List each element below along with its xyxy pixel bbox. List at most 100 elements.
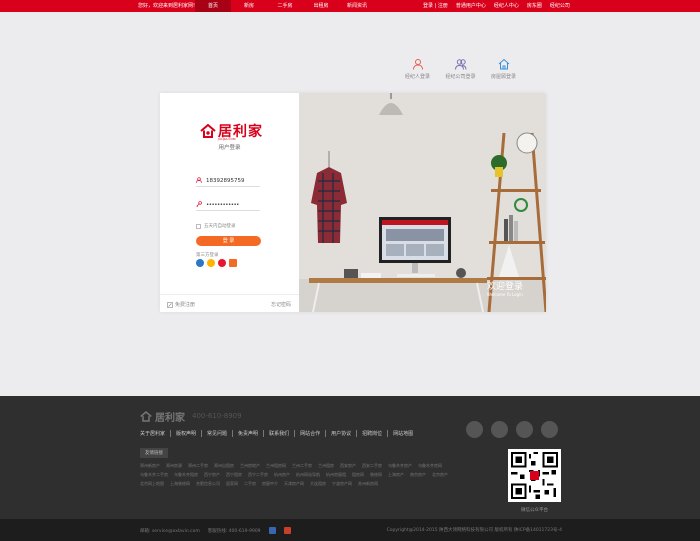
phone-value: 18392895759 bbox=[206, 177, 245, 184]
footer-link-faq[interactable]: 常见问题 bbox=[202, 430, 234, 437]
friend-link[interactable]: 兰州房地产 bbox=[240, 463, 260, 468]
nav-new-house[interactable]: 新房 bbox=[231, 0, 267, 12]
house-icon bbox=[498, 58, 509, 70]
friend-link[interactable]: 郑州新房产 bbox=[140, 463, 160, 468]
phone-field[interactable]: 18392895759 bbox=[196, 175, 260, 187]
register-link[interactable]: 免费注册 bbox=[167, 301, 195, 308]
footer-logo: 居利家 bbox=[140, 409, 185, 424]
friend-link[interactable]: 南京房产 bbox=[410, 472, 426, 477]
company-login[interactable]: 经纪公司登录 bbox=[439, 58, 482, 80]
top-nav-bar: 您好，欢迎来到居利家网! 首页 新房 二手房 出租房 新闻资讯 登录 | 注册 … bbox=[0, 0, 700, 12]
agent-center-link[interactable]: 经纪人中心 bbox=[494, 2, 519, 9]
contact-hotline: 客服热线: 400-619-9909 bbox=[207, 528, 261, 534]
agent-login-label: 经纪人登录 bbox=[404, 74, 430, 80]
friend-link[interactable]: 乌鲁木齐租房 bbox=[174, 472, 198, 477]
logo-house-icon bbox=[200, 124, 216, 138]
qq-icon[interactable] bbox=[196, 259, 204, 267]
user-center-link[interactable]: 普通用户中心 bbox=[456, 2, 486, 9]
card-footer: 免费注册 忘记密码 bbox=[160, 294, 299, 312]
friend-link[interactable]: 天津房产网 bbox=[284, 481, 304, 486]
friend-link[interactable]: 杭州网站导航 bbox=[296, 472, 320, 477]
friend-link[interactable]: 西宁房产 bbox=[204, 472, 220, 477]
police-badge-icon[interactable] bbox=[268, 527, 276, 534]
nav-home[interactable]: 首页 bbox=[195, 0, 231, 12]
agent-login[interactable]: 经纪人登录 bbox=[396, 58, 439, 80]
qr-code bbox=[508, 449, 561, 502]
footer-link-disclaimer[interactable]: 免责声明 bbox=[233, 430, 265, 437]
remember-checkbox[interactable] bbox=[196, 223, 201, 229]
footer-link-copyright[interactable]: 版权声明 bbox=[171, 430, 203, 437]
friend-link[interactable]: 大连租房 bbox=[310, 481, 326, 486]
nav-second-hand[interactable]: 二手房 bbox=[267, 0, 303, 12]
nav-news[interactable]: 新闻资讯 bbox=[339, 0, 375, 12]
person-icon bbox=[412, 59, 423, 70]
renren-icon[interactable] bbox=[229, 259, 237, 267]
friend-link[interactable]: 合肥信息公司 bbox=[196, 481, 220, 486]
friend-link[interactable]: 郑州出租房 bbox=[214, 463, 234, 468]
friend-link[interactable]: 西安房产 bbox=[340, 463, 356, 468]
friend-link[interactable]: 西宁二手房 bbox=[248, 472, 268, 477]
friend-link[interactable]: 乌鲁木齐房产 bbox=[388, 463, 412, 468]
advisor-login[interactable]: 房屋顾登录 bbox=[482, 58, 525, 80]
friend-link[interactable]: 上海房产 bbox=[388, 472, 404, 477]
footer-link-about[interactable]: 关于居利家 bbox=[140, 430, 172, 437]
register-label: 免费注册 bbox=[175, 302, 196, 308]
friend-link[interactable]: 西宁租房 bbox=[226, 472, 242, 477]
weibo-icon[interactable] bbox=[218, 259, 226, 267]
friend-link[interactable]: 西安二手房 bbox=[362, 463, 382, 468]
main-nav: 首页 新房 二手房 出租房 新闻资讯 bbox=[195, 0, 375, 12]
logo-domain: JULIJIA.COM bbox=[218, 137, 236, 141]
friend-links-title: 友情链接 bbox=[140, 448, 168, 458]
remember-me[interactable]: 五天内自动登录 bbox=[196, 223, 236, 229]
weibo-footer-icon[interactable] bbox=[516, 421, 533, 438]
friend-link[interactable]: 北京房产 bbox=[432, 472, 448, 477]
company-login-label: 经纪公司登录 bbox=[445, 74, 476, 80]
friend-link[interactable]: 郑州房源 bbox=[166, 463, 182, 468]
friend-link[interactable]: 苏州新房网 bbox=[358, 481, 378, 486]
friend-link[interactable]: 居家网 bbox=[226, 481, 238, 486]
message-icon[interactable] bbox=[466, 421, 483, 438]
nav-rental[interactable]: 出租房 bbox=[303, 0, 339, 12]
footer-link-jobs[interactable]: 招聘岗位 bbox=[357, 430, 389, 437]
friend-link[interactable]: 装修网 bbox=[370, 472, 382, 477]
agency-link[interactable]: 经纪公司 bbox=[550, 2, 570, 9]
advisor-login-label: 房屋顾登录 bbox=[490, 74, 516, 80]
footer-link-sitemap[interactable]: 网站地图 bbox=[388, 430, 418, 437]
contact-info: 邮箱: service@xxlavin.com 客服热线: 400-619-99… bbox=[140, 527, 291, 534]
friend-link[interactable]: 兰州租房网 bbox=[266, 463, 286, 468]
footer-link-agreement[interactable]: 用户协议 bbox=[326, 430, 358, 437]
welcome-title: 欢迎登录 bbox=[487, 282, 524, 292]
friend-link[interactable]: 兰州二手房 bbox=[292, 463, 312, 468]
friend-link[interactable]: 上海装修网 bbox=[170, 481, 190, 486]
wechat-icon[interactable] bbox=[541, 421, 558, 438]
friend-link[interactable]: 宁波房产网 bbox=[332, 481, 352, 486]
key-icon bbox=[196, 200, 206, 209]
footer-phone: 400-610-8909 bbox=[192, 412, 242, 420]
trust-badge-icon[interactable] bbox=[283, 527, 291, 534]
footer-links: 关于居利家 版权声明 常见问题 免责声明 联系我们 网站合作 用户协议 招聘岗位… bbox=[140, 430, 418, 437]
landlord-link[interactable]: 房东圈 bbox=[527, 2, 542, 9]
footer-link-contact[interactable]: 联系我们 bbox=[264, 430, 296, 437]
social-icons bbox=[466, 421, 558, 438]
edit-icon bbox=[167, 301, 173, 308]
login-button[interactable]: 登 录 bbox=[196, 236, 261, 246]
friend-link[interactable]: 杭州房屋租 bbox=[326, 472, 346, 477]
friend-link[interactable]: 乌鲁木齐房网 bbox=[418, 463, 442, 468]
friend-link[interactable]: 租房网 bbox=[352, 472, 364, 477]
friend-link[interactable]: 二手房 bbox=[244, 481, 256, 486]
login-register-link[interactable]: 登录 | 注册 bbox=[423, 2, 448, 9]
password-field[interactable]: •••••••••••• bbox=[196, 199, 260, 211]
footer-link-partner[interactable]: 网站合作 bbox=[295, 430, 327, 437]
qq-footer-icon[interactable] bbox=[491, 421, 508, 438]
footer-logo-house-icon bbox=[140, 411, 152, 422]
friend-link[interactable]: 房屋中介 bbox=[262, 481, 278, 486]
login-form-panel: 居利家 JULIJIA.COM 用户登录 18392895759 •••••••… bbox=[160, 93, 299, 312]
friend-link[interactable]: 郑州二手房 bbox=[188, 463, 208, 468]
baidu-icon[interactable] bbox=[207, 259, 215, 267]
friend-link[interactable]: 兰州租房 bbox=[318, 463, 334, 468]
forgot-password-link[interactable]: 忘记密码 bbox=[271, 301, 291, 308]
friend-link[interactable]: 杭州房产 bbox=[274, 472, 290, 477]
friend-link[interactable]: 乌鲁木齐二手房 bbox=[140, 472, 168, 477]
login-subtitle: 用户登录 bbox=[218, 145, 241, 151]
friend-link[interactable]: 北京网上地图 bbox=[140, 481, 164, 486]
